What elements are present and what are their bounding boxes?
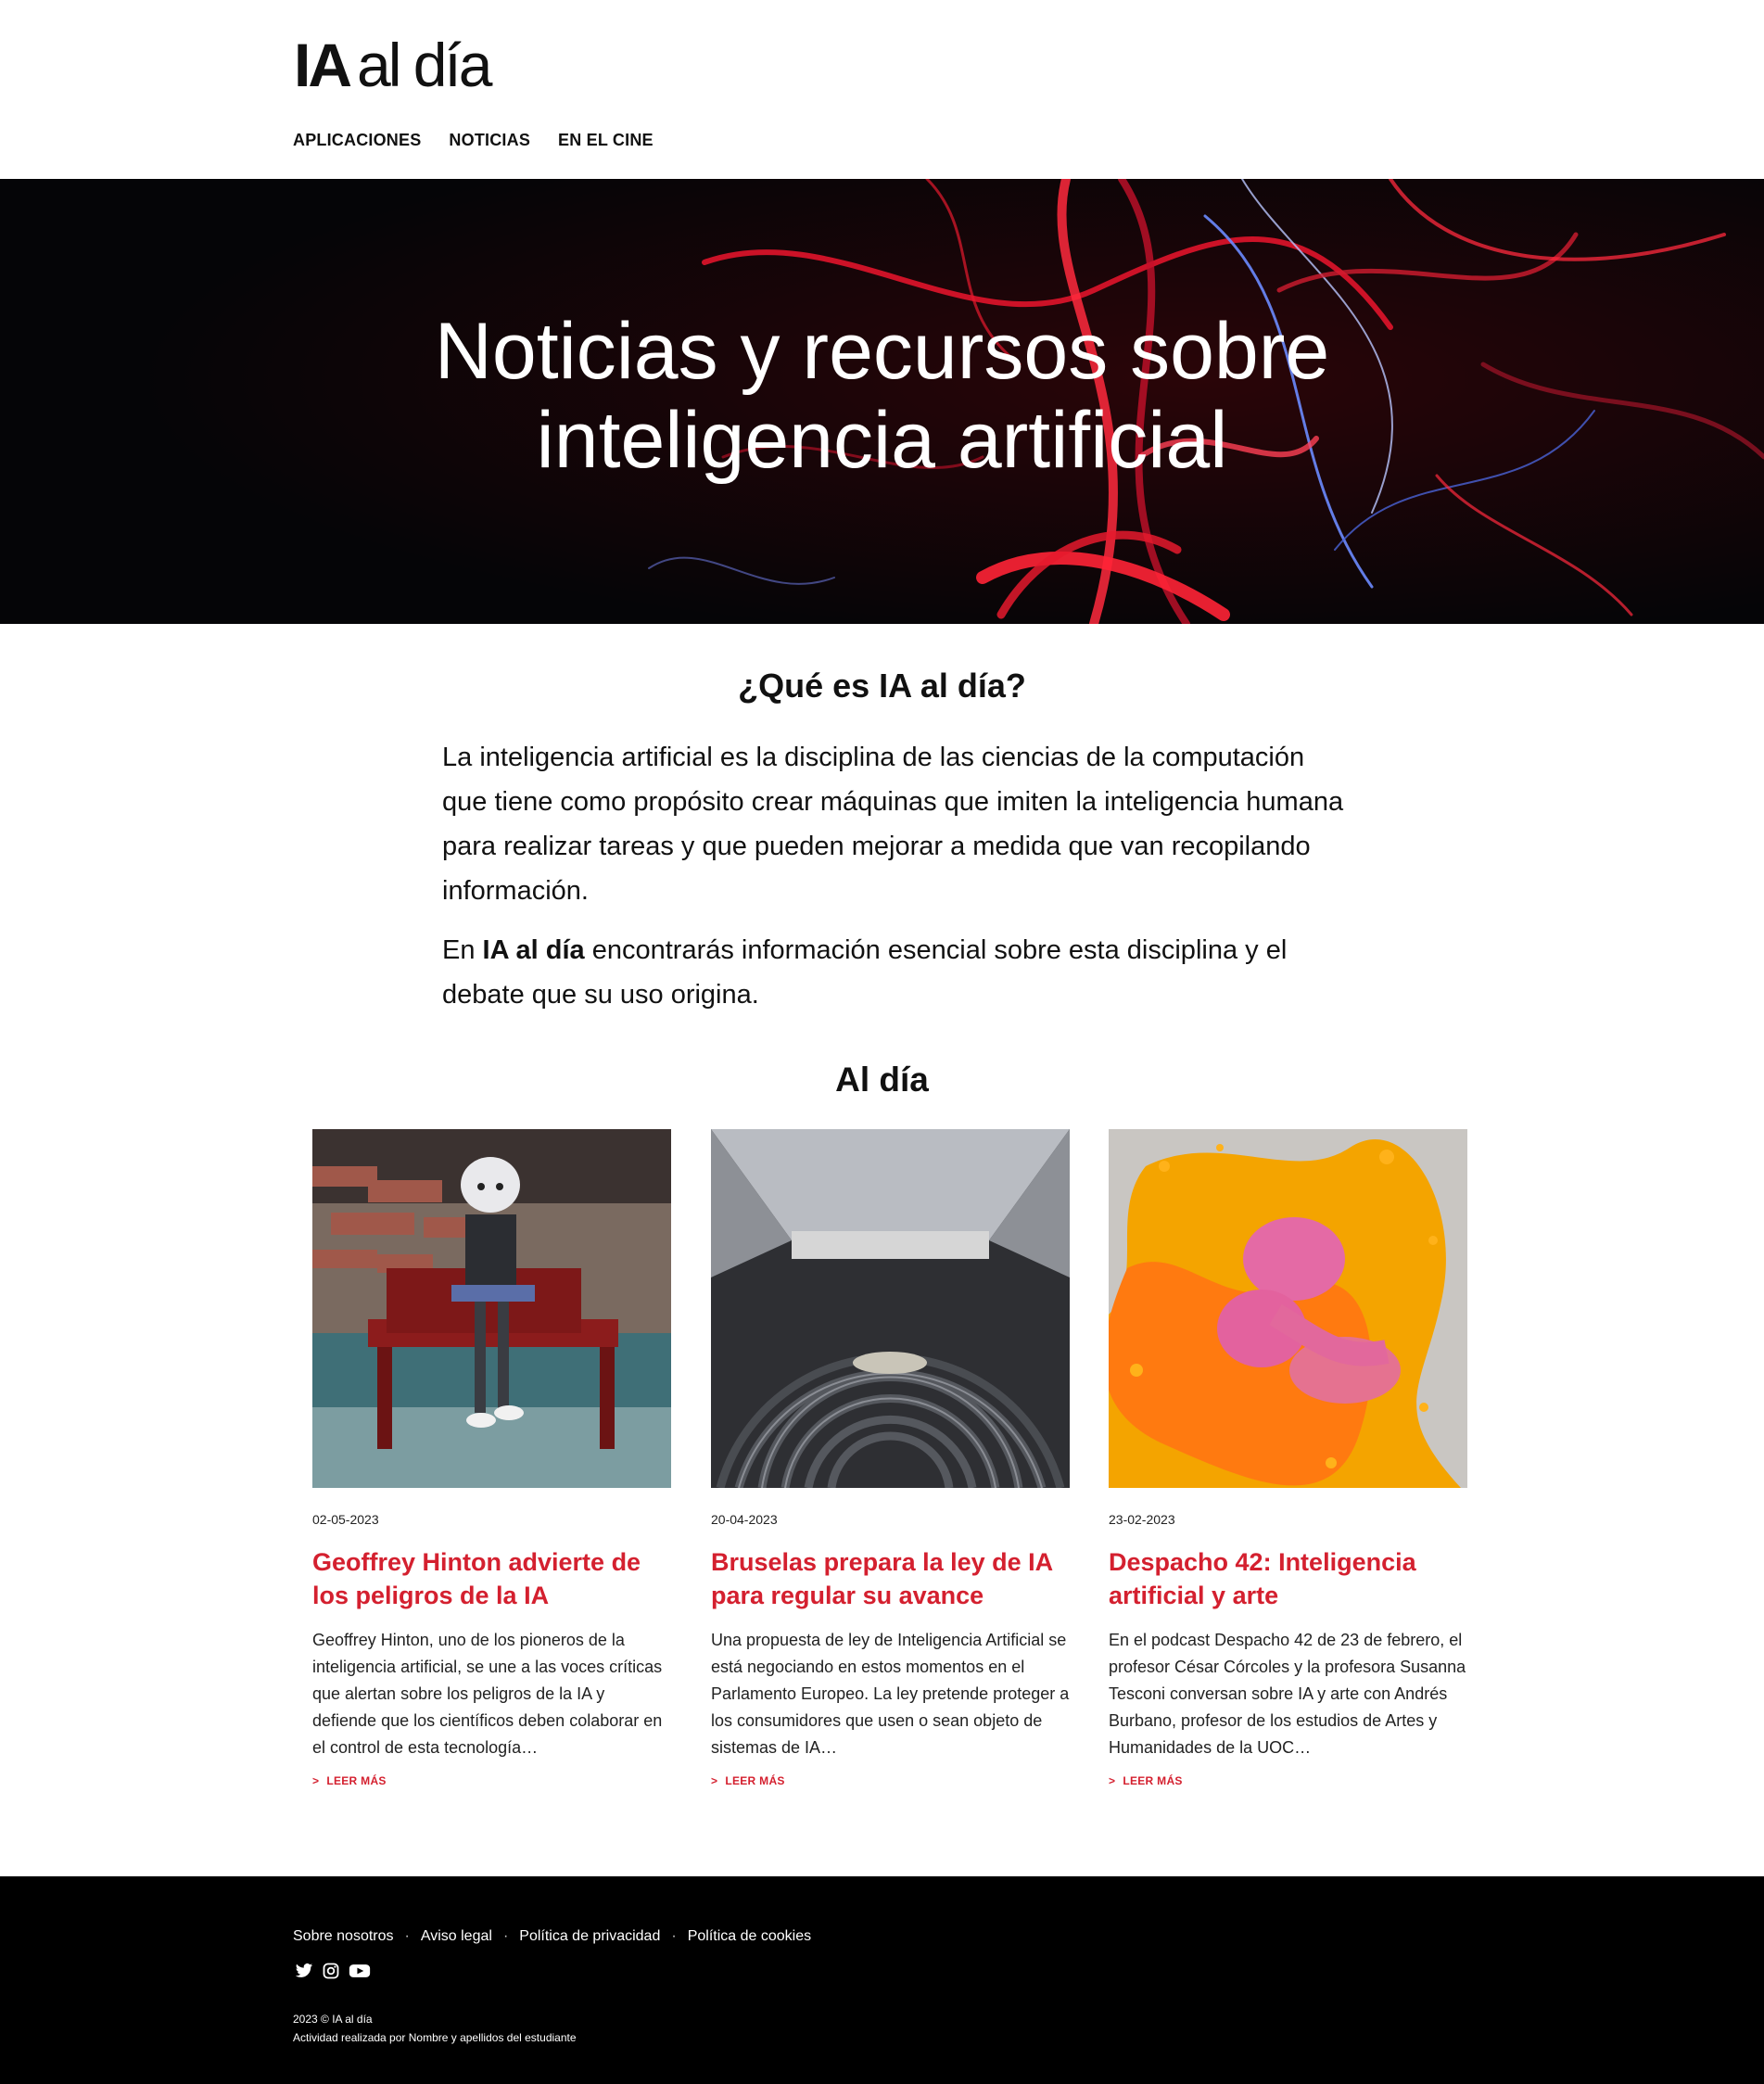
parliament-hemicycle-image[interactable] (711, 1129, 1070, 1488)
news-date: 23-02-2023 (1109, 1512, 1175, 1527)
about-section-title: ¿Qué es IA al día? (738, 667, 1026, 705)
hero-title-line-1: Noticias y recursos sobre (434, 307, 1330, 396)
copyright-text: 2023 © IA al día (293, 2013, 373, 2026)
news-card-hinton: 02-05-2023 Geoffrey Hinton advierte de l… (312, 1129, 671, 1787)
news-excerpt: Geoffrey Hinton, uno de los pioneros de … (312, 1631, 663, 1757)
read-more-link[interactable]: > LEER MÁS (1109, 1774, 1467, 1787)
news-date: 20-04-2023 (711, 1512, 778, 1527)
news-card-grid: 02-05-2023 Geoffrey Hinton advierte de l… (312, 1129, 1467, 1797)
footer-link-privacidad[interactable]: Política de privacidad (519, 1928, 660, 1945)
nav-item-noticias[interactable]: NOTICIAS (449, 128, 530, 152)
youtube-icon[interactable] (349, 1962, 371, 1980)
credit-text: Actividad realizada por Nombre y apellid… (293, 2031, 577, 2044)
about-p2-before: En (442, 935, 483, 965)
about-p2-bold: IA al día (482, 935, 585, 965)
social-links (295, 1962, 371, 1980)
news-excerpt: En el podcast Despacho 42 de 23 de febre… (1109, 1631, 1466, 1757)
instagram-icon[interactable] (322, 1962, 340, 1980)
footer-separator: · (671, 1928, 677, 1944)
about-paragraph-2: En IA al día encontrarás información ese… (442, 928, 1351, 1017)
footer-link-aviso-legal[interactable]: Aviso legal (421, 1928, 492, 1945)
news-headline[interactable]: Bruselas prepara la ley de IA para regul… (711, 1545, 1070, 1612)
hero-title-line-2: inteligencia artificial (536, 396, 1228, 485)
footer-separator: · (502, 1928, 509, 1944)
site-header: IA al día APLICACIONES NOTICIAS EN EL CIN… (0, 0, 1764, 179)
news-card-despacho42: 23-02-2023 Despacho 42: Inteligencia art… (1109, 1129, 1467, 1787)
read-more-link[interactable]: > LEER MÁS (312, 1774, 671, 1787)
read-more-link[interactable]: > LEER MÁS (711, 1774, 1070, 1787)
robot-reading-image[interactable] (312, 1129, 671, 1488)
abstract-molecules-image[interactable] (1109, 1129, 1467, 1488)
about-section-text: La inteligencia artificial es la discipl… (442, 735, 1351, 1032)
chevron-right-icon: > (711, 1774, 718, 1787)
footer-link-cookies[interactable]: Política de cookies (688, 1928, 811, 1945)
read-more-label: LEER MÁS (725, 1774, 785, 1787)
news-card-bruselas: 20-04-2023 Bruselas prepara la ley de IA… (711, 1129, 1070, 1787)
read-more-label: LEER MÁS (1123, 1774, 1183, 1787)
hero-title: Noticias y recursos sobre inteligencia a… (0, 307, 1764, 485)
site-logo[interactable]: IA al día (294, 28, 492, 102)
read-more-label: LEER MÁS (326, 1774, 387, 1787)
logo-bold: IA (294, 31, 352, 99)
nav-item-en-el-cine[interactable]: EN EL CINE (558, 128, 654, 152)
hero-banner: Noticias y recursos sobre inteligencia a… (0, 179, 1764, 624)
footer-copyright: 2023 © IA al día Actividad realizada por… (293, 2010, 577, 2047)
about-paragraph-1: La inteligencia artificial es la discipl… (442, 743, 1344, 906)
nav-item-aplicaciones[interactable]: APLICACIONES (293, 128, 421, 152)
main-nav: APLICACIONES NOTICIAS EN EL CINE (293, 128, 654, 152)
chevron-right-icon: > (312, 1774, 320, 1787)
news-date: 02-05-2023 (312, 1512, 379, 1527)
footer-separator: · (404, 1928, 410, 1944)
logo-light: al día (357, 31, 492, 99)
twitter-icon[interactable] (295, 1962, 313, 1980)
news-excerpt: Una propuesta de ley de Inteligencia Art… (711, 1631, 1070, 1757)
footer-links: Sobre nosotros · Aviso legal · Política … (293, 1928, 811, 1945)
site-footer: Sobre nosotros · Aviso legal · Política … (0, 1876, 1764, 2084)
news-headline[interactable]: Geoffrey Hinton advierte de los peligros… (312, 1545, 671, 1612)
footer-link-sobre-nosotros[interactable]: Sobre nosotros (293, 1928, 394, 1945)
news-headline[interactable]: Despacho 42: Inteligencia artificial y a… (1109, 1545, 1467, 1612)
news-section-title: Al día (835, 1061, 929, 1099)
chevron-right-icon: > (1109, 1774, 1116, 1787)
